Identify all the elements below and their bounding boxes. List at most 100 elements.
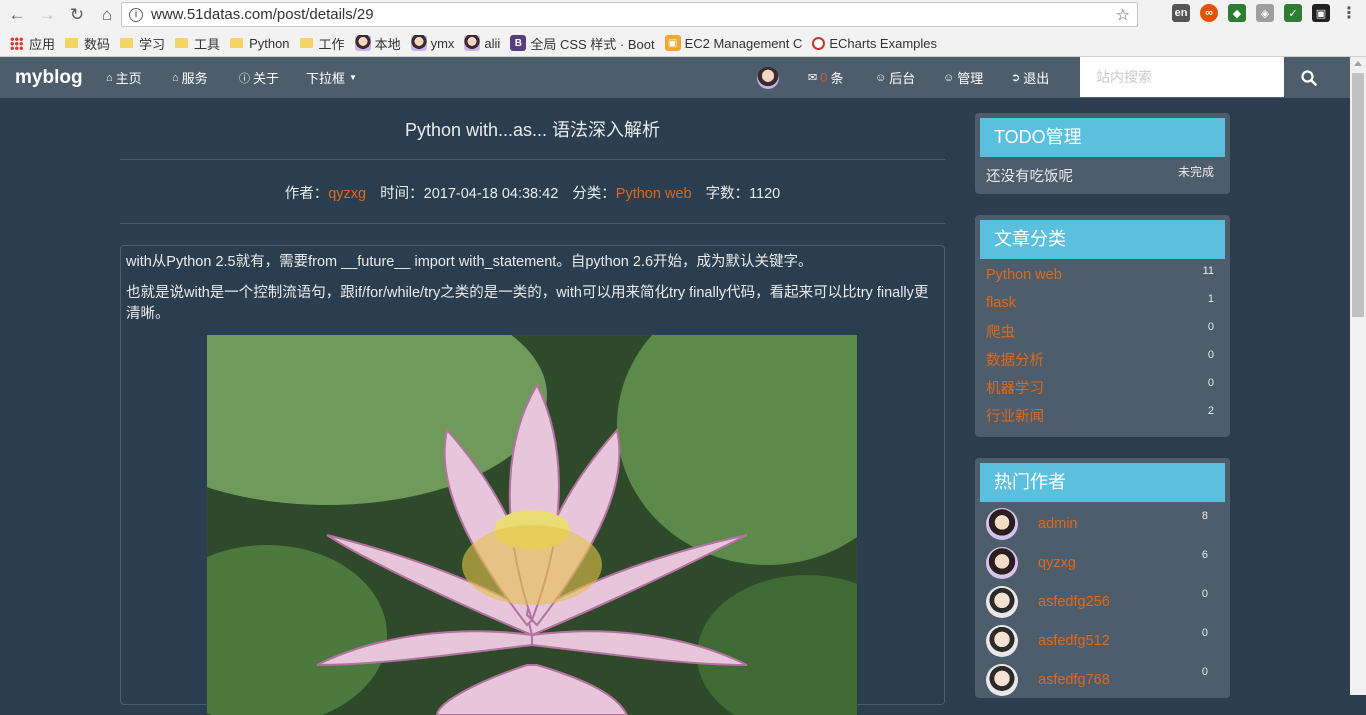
bookmark-link[interactable]: ECharts Examples xyxy=(812,36,937,51)
nav-home[interactable]: ⌂ 主页 xyxy=(106,57,142,98)
forward-icon[interactable]: → xyxy=(34,2,60,28)
author-item[interactable]: admin 8 xyxy=(980,504,1225,543)
extension-icon[interactable]: ◈ xyxy=(1256,4,1274,22)
reload-icon[interactable]: ↻ xyxy=(64,2,90,28)
page-scrollbar[interactable] xyxy=(1350,57,1366,695)
bookmark-label: alii xyxy=(484,35,501,51)
back-icon[interactable]: ← xyxy=(4,2,30,28)
extension-icon[interactable]: ∞ xyxy=(1200,4,1218,22)
bookmark-link[interactable]: ▣ EC2 Management C xyxy=(664,35,803,51)
author-link[interactable]: asfedfg512 xyxy=(1038,633,1110,649)
nav-manage[interactable]: ☺ 管理 xyxy=(943,57,983,98)
extension-icon[interactable]: en xyxy=(1172,4,1190,22)
bookmark-folder[interactable]: 工具 xyxy=(175,34,220,53)
folder-icon xyxy=(299,38,313,48)
nav-logout[interactable]: ➲ 退出 xyxy=(1011,57,1049,98)
logout-icon: ➲ xyxy=(1011,72,1021,84)
lotus-image xyxy=(207,335,857,715)
post-time: 2017-04-18 04:38:42 xyxy=(423,186,559,202)
authors-panel: 热门作者 admin 8 qyzxg 6 asfedfg256 0 asfedfg51… xyxy=(975,458,1230,698)
category-item[interactable]: flask 1 xyxy=(980,289,1225,317)
divider xyxy=(120,223,945,224)
author-item[interactable]: asfedfg256 0 xyxy=(980,582,1225,621)
nav-label: 下拉框 xyxy=(306,71,346,86)
extension-icon[interactable]: ▣ xyxy=(1312,4,1330,22)
avatar xyxy=(757,66,779,89)
search-icon xyxy=(1301,69,1317,86)
bookmark-label: Python xyxy=(249,35,290,51)
category-item[interactable]: Python web 11 xyxy=(980,261,1225,289)
nav-label: 服务 xyxy=(181,71,208,86)
bookmark-apps[interactable]: 应用 xyxy=(10,34,55,53)
author-item[interactable]: qyzxg 6 xyxy=(980,543,1225,582)
folder-icon xyxy=(175,38,189,48)
bookmark-star-icon[interactable]: ☆ xyxy=(1116,5,1130,25)
bookmark-link[interactable]: 本地 xyxy=(354,34,401,53)
author-link[interactable]: qyzxg xyxy=(1038,555,1076,571)
message-count: 0 xyxy=(820,70,828,85)
panel-title: 热门作者 xyxy=(980,463,1225,502)
bookmark-folder[interactable]: Python xyxy=(230,35,290,51)
bookmark-folder[interactable]: 学习 xyxy=(120,34,165,53)
nav-label: 后台 xyxy=(889,71,916,86)
bookmark-folder[interactable]: 工作 xyxy=(299,34,345,53)
nav-services[interactable]: ⌂ 服务 xyxy=(172,57,208,98)
category-link[interactable]: Python web xyxy=(986,267,1062,283)
bookmark-folder[interactable]: 数码 xyxy=(65,34,110,53)
scroll-thumb[interactable] xyxy=(1352,73,1364,317)
bookmark-label: 学习 xyxy=(139,36,166,52)
author-link[interactable]: asfedfg768 xyxy=(1038,672,1110,688)
bootstrap-icon: B xyxy=(510,35,527,51)
home-icon[interactable]: ⌂ xyxy=(94,2,120,28)
author-count: 0 xyxy=(1201,666,1208,678)
bookmark-link[interactable]: ymx xyxy=(410,35,454,51)
avatar xyxy=(986,663,1018,696)
nav-backend[interactable]: ☺ 后台 xyxy=(875,57,915,98)
author-link[interactable]: qyzxg xyxy=(328,186,366,202)
todo-text: 还没有吃饭呢 xyxy=(986,169,1073,185)
browser-toolbar: ← → ↻ ⌂ i www.51datas.com/post/details/2… xyxy=(0,0,1366,30)
category-link[interactable]: flask xyxy=(986,295,1016,311)
bookmark-label: EC2 Management C xyxy=(684,35,803,51)
menu-icon[interactable]: ⋮ xyxy=(1340,4,1358,22)
author-link[interactable]: admin xyxy=(1038,516,1078,532)
todo-item[interactable]: 还没有吃饭呢 未完成 xyxy=(980,157,1225,186)
category-link[interactable]: 爬虫 xyxy=(986,321,1015,342)
category-item[interactable]: 机器学习 0 xyxy=(980,373,1225,401)
author-item[interactable]: asfedfg512 0 xyxy=(980,621,1225,660)
shield-icon[interactable]: ✓ xyxy=(1284,4,1302,22)
avatar-icon xyxy=(354,35,371,51)
folder-icon xyxy=(65,38,79,48)
scroll-up-icon[interactable] xyxy=(1354,61,1362,66)
category-item[interactable]: 行业新闻 2 xyxy=(980,401,1225,429)
address-bar[interactable]: i www.51datas.com/post/details/29 ☆ xyxy=(121,2,1138,27)
nav-about[interactable]: ⓘ 关于 xyxy=(239,57,279,98)
bookmark-link[interactable]: alii xyxy=(464,35,500,51)
bookmark-label: 工具 xyxy=(194,36,221,52)
nav-dropdown[interactable]: 下拉框 ▼ xyxy=(306,57,357,98)
category-link[interactable]: Python web xyxy=(616,186,692,202)
home-icon: ⌂ xyxy=(106,71,113,84)
bookmark-label: 本地 xyxy=(374,36,401,52)
author-link[interactable]: asfedfg256 xyxy=(1038,594,1110,610)
category-item[interactable]: 数据分析 0 xyxy=(980,345,1225,373)
info-icon[interactable]: i xyxy=(129,7,143,22)
nav-label: 主页 xyxy=(115,71,142,86)
search-input[interactable]: 站内搜索 xyxy=(1080,57,1284,97)
brand-logo[interactable]: myblog xyxy=(15,67,83,89)
author-count: 6 xyxy=(1201,549,1208,561)
category-link[interactable]: 机器学习 xyxy=(986,377,1044,398)
author-count: 0 xyxy=(1201,588,1208,600)
search-button[interactable] xyxy=(1284,57,1334,98)
nav-messages[interactable]: ✉ 0 条 xyxy=(808,57,843,98)
category-link[interactable]: 行业新闻 xyxy=(986,405,1044,426)
extension-icon[interactable]: ◆ xyxy=(1228,4,1246,22)
url-text[interactable]: www.51datas.com/post/details/29 xyxy=(151,6,374,23)
category-link[interactable]: 数据分析 xyxy=(986,349,1044,370)
category-item[interactable]: 爬虫 0 xyxy=(980,317,1225,345)
bookmark-link[interactable]: B 全局 CSS 样式 · Boot xyxy=(510,34,655,53)
nav-user-avatar[interactable] xyxy=(757,57,779,98)
nav-label: 条 xyxy=(830,71,844,86)
author-item[interactable]: asfedfg768 0 xyxy=(980,660,1225,699)
browser-chrome: ← → ↻ ⌂ i www.51datas.com/post/details/2… xyxy=(0,0,1366,57)
